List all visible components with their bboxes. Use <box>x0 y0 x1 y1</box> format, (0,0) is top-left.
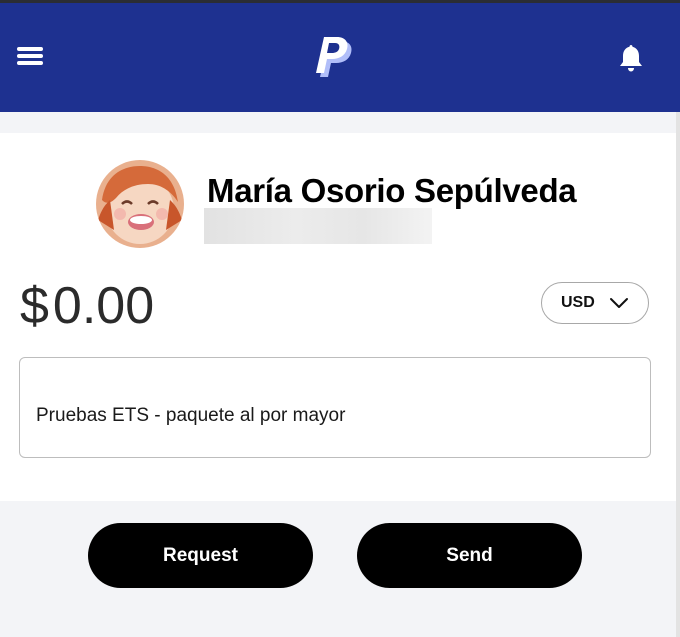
bell-icon[interactable] <box>618 43 644 73</box>
recipient-name: María Osorio Sepúlveda <box>207 172 577 209</box>
window-edge <box>676 112 680 637</box>
note-input[interactable]: Pruebas ETS - paquete al por mayor <box>19 357 651 458</box>
amount-value: 0.00 <box>52 277 155 335</box>
send-button[interactable]: Send <box>357 523 582 588</box>
currency-code: USD <box>561 294 595 311</box>
paypal-logo-icon <box>316 37 352 77</box>
header-separator <box>0 112 680 133</box>
chevron-down-icon <box>610 298 628 308</box>
avatar <box>96 160 184 248</box>
currency-symbol: $ <box>20 277 49 335</box>
avatar-image <box>96 160 184 248</box>
currency-select[interactable]: USD <box>541 282 649 324</box>
hamburger-menu-icon[interactable] <box>17 45 44 68</box>
app-header <box>0 3 680 112</box>
request-button[interactable]: Request <box>88 523 313 588</box>
amount-display[interactable]: $0.00 <box>20 276 154 336</box>
note-text: Pruebas ETS - paquete al por mayor <box>36 405 346 426</box>
redacted-recipient-detail <box>204 208 432 244</box>
